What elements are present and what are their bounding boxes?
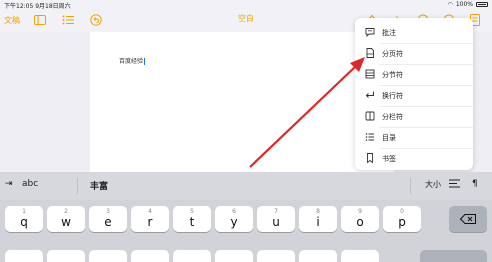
divider xyxy=(410,178,411,194)
key-t[interactable]: 5t xyxy=(173,206,211,232)
key-number: 7 xyxy=(274,208,278,215)
menu-item-page-break[interactable]: 分页符 xyxy=(355,43,473,64)
paragraph-style-abc[interactable]: abc xyxy=(22,179,38,189)
key-letter: o xyxy=(356,215,364,229)
page-break-icon xyxy=(366,48,374,58)
toc-icon xyxy=(365,133,374,141)
key-number: 4 xyxy=(148,208,152,215)
key-number: 6 xyxy=(232,208,236,215)
column-break-icon xyxy=(365,111,375,121)
menu-label: 书签 xyxy=(382,155,396,163)
key-u[interactable]: 7u xyxy=(257,206,295,232)
menu-item-column-break[interactable]: 分栏符 xyxy=(355,106,473,127)
key-row2[interactable] xyxy=(215,250,253,262)
key-letter: p xyxy=(398,215,406,229)
key-row2[interactable] xyxy=(89,250,127,262)
status-indicators: ◠ 100% xyxy=(448,1,488,8)
key-w[interactable]: 2w xyxy=(47,206,85,232)
key-q[interactable]: 1q xyxy=(5,206,43,232)
key-letter: w xyxy=(61,215,71,229)
battery-icon xyxy=(476,2,488,7)
key-e[interactable]: 3e xyxy=(89,206,127,232)
menu-item-section-break[interactable]: 分节符 xyxy=(355,64,473,85)
menu-item-line-break[interactable]: 换行符 xyxy=(355,85,473,106)
menu-item-comment[interactable]: 批注 xyxy=(355,22,473,43)
menu-label: 换行符 xyxy=(382,92,403,100)
key-row2[interactable] xyxy=(173,250,211,262)
keyboard: 1q 2w 3e 4r 5t 6y 7u 8i 9o 0p xyxy=(0,200,492,262)
wifi-icon: ◠ xyxy=(447,1,453,8)
section-break-icon xyxy=(365,69,375,79)
insert-menu: 批注 分页符 分节符 换行符 分栏符 目录 书签 xyxy=(355,18,473,170)
key-letter: i xyxy=(316,215,320,229)
key-letter: u xyxy=(272,215,280,229)
menu-label: 目录 xyxy=(382,134,396,142)
menu-item-bookmark[interactable]: 书签 xyxy=(355,148,473,169)
key-number: 8 xyxy=(316,208,320,215)
key-letter: r xyxy=(147,215,153,229)
delete-icon xyxy=(460,214,476,224)
text-cursor xyxy=(144,58,146,65)
menu-label: 分节符 xyxy=(382,71,403,79)
font-size-button[interactable]: 大小 xyxy=(425,179,441,190)
key-p[interactable]: 0p xyxy=(383,206,421,232)
return-key[interactable] xyxy=(420,250,487,262)
comment-icon xyxy=(365,28,375,37)
delete-key[interactable] xyxy=(449,206,487,232)
key-row2[interactable] xyxy=(5,250,43,262)
key-number: 3 xyxy=(106,208,110,215)
key-row2[interactable] xyxy=(47,250,85,262)
bookmark-icon xyxy=(367,153,373,163)
key-number: 5 xyxy=(190,208,194,215)
document-page[interactable]: 百度经验 xyxy=(90,32,394,172)
key-letter: q xyxy=(20,215,28,229)
battery-percent: 100% xyxy=(455,1,473,8)
key-letter: e xyxy=(104,215,112,229)
key-letter: t xyxy=(189,215,195,229)
key-r[interactable]: 4r xyxy=(131,206,169,232)
key-row2[interactable] xyxy=(131,250,169,262)
style-suggestion[interactable]: 丰富 xyxy=(90,179,108,192)
key-number: 1 xyxy=(22,208,26,215)
menu-label: 分页符 xyxy=(382,50,403,58)
key-number: 0 xyxy=(400,208,404,215)
key-i[interactable]: 8i xyxy=(299,206,337,232)
menu-label: 批注 xyxy=(382,29,396,37)
paragraph-mark-icon[interactable]: ¶ xyxy=(472,179,478,189)
key-row2[interactable] xyxy=(257,250,295,262)
menu-label: 分栏符 xyxy=(382,113,403,121)
document-text[interactable]: 百度经验 xyxy=(119,56,146,65)
key-number: 2 xyxy=(64,208,68,215)
align-icon[interactable] xyxy=(449,179,460,191)
line-break-icon xyxy=(365,91,374,98)
divider xyxy=(77,178,78,194)
key-y[interactable]: 6y xyxy=(215,206,253,232)
key-letter: y xyxy=(230,215,238,229)
key-number: 9 xyxy=(358,208,362,215)
status-bar: 下午12:05 9月18日周六 ◠ 100% xyxy=(0,0,492,10)
tab-icon[interactable]: ⇥ xyxy=(5,179,13,189)
key-row2[interactable] xyxy=(299,250,337,262)
key-row2[interactable] xyxy=(341,250,379,262)
menu-item-toc[interactable]: 目录 xyxy=(355,127,473,148)
key-o[interactable]: 9o xyxy=(341,206,379,232)
document-body-text: 百度经验 xyxy=(119,58,144,65)
keyboard-shortcut-bar: ⇥ abc 丰富 大小 ¶ xyxy=(0,172,492,200)
